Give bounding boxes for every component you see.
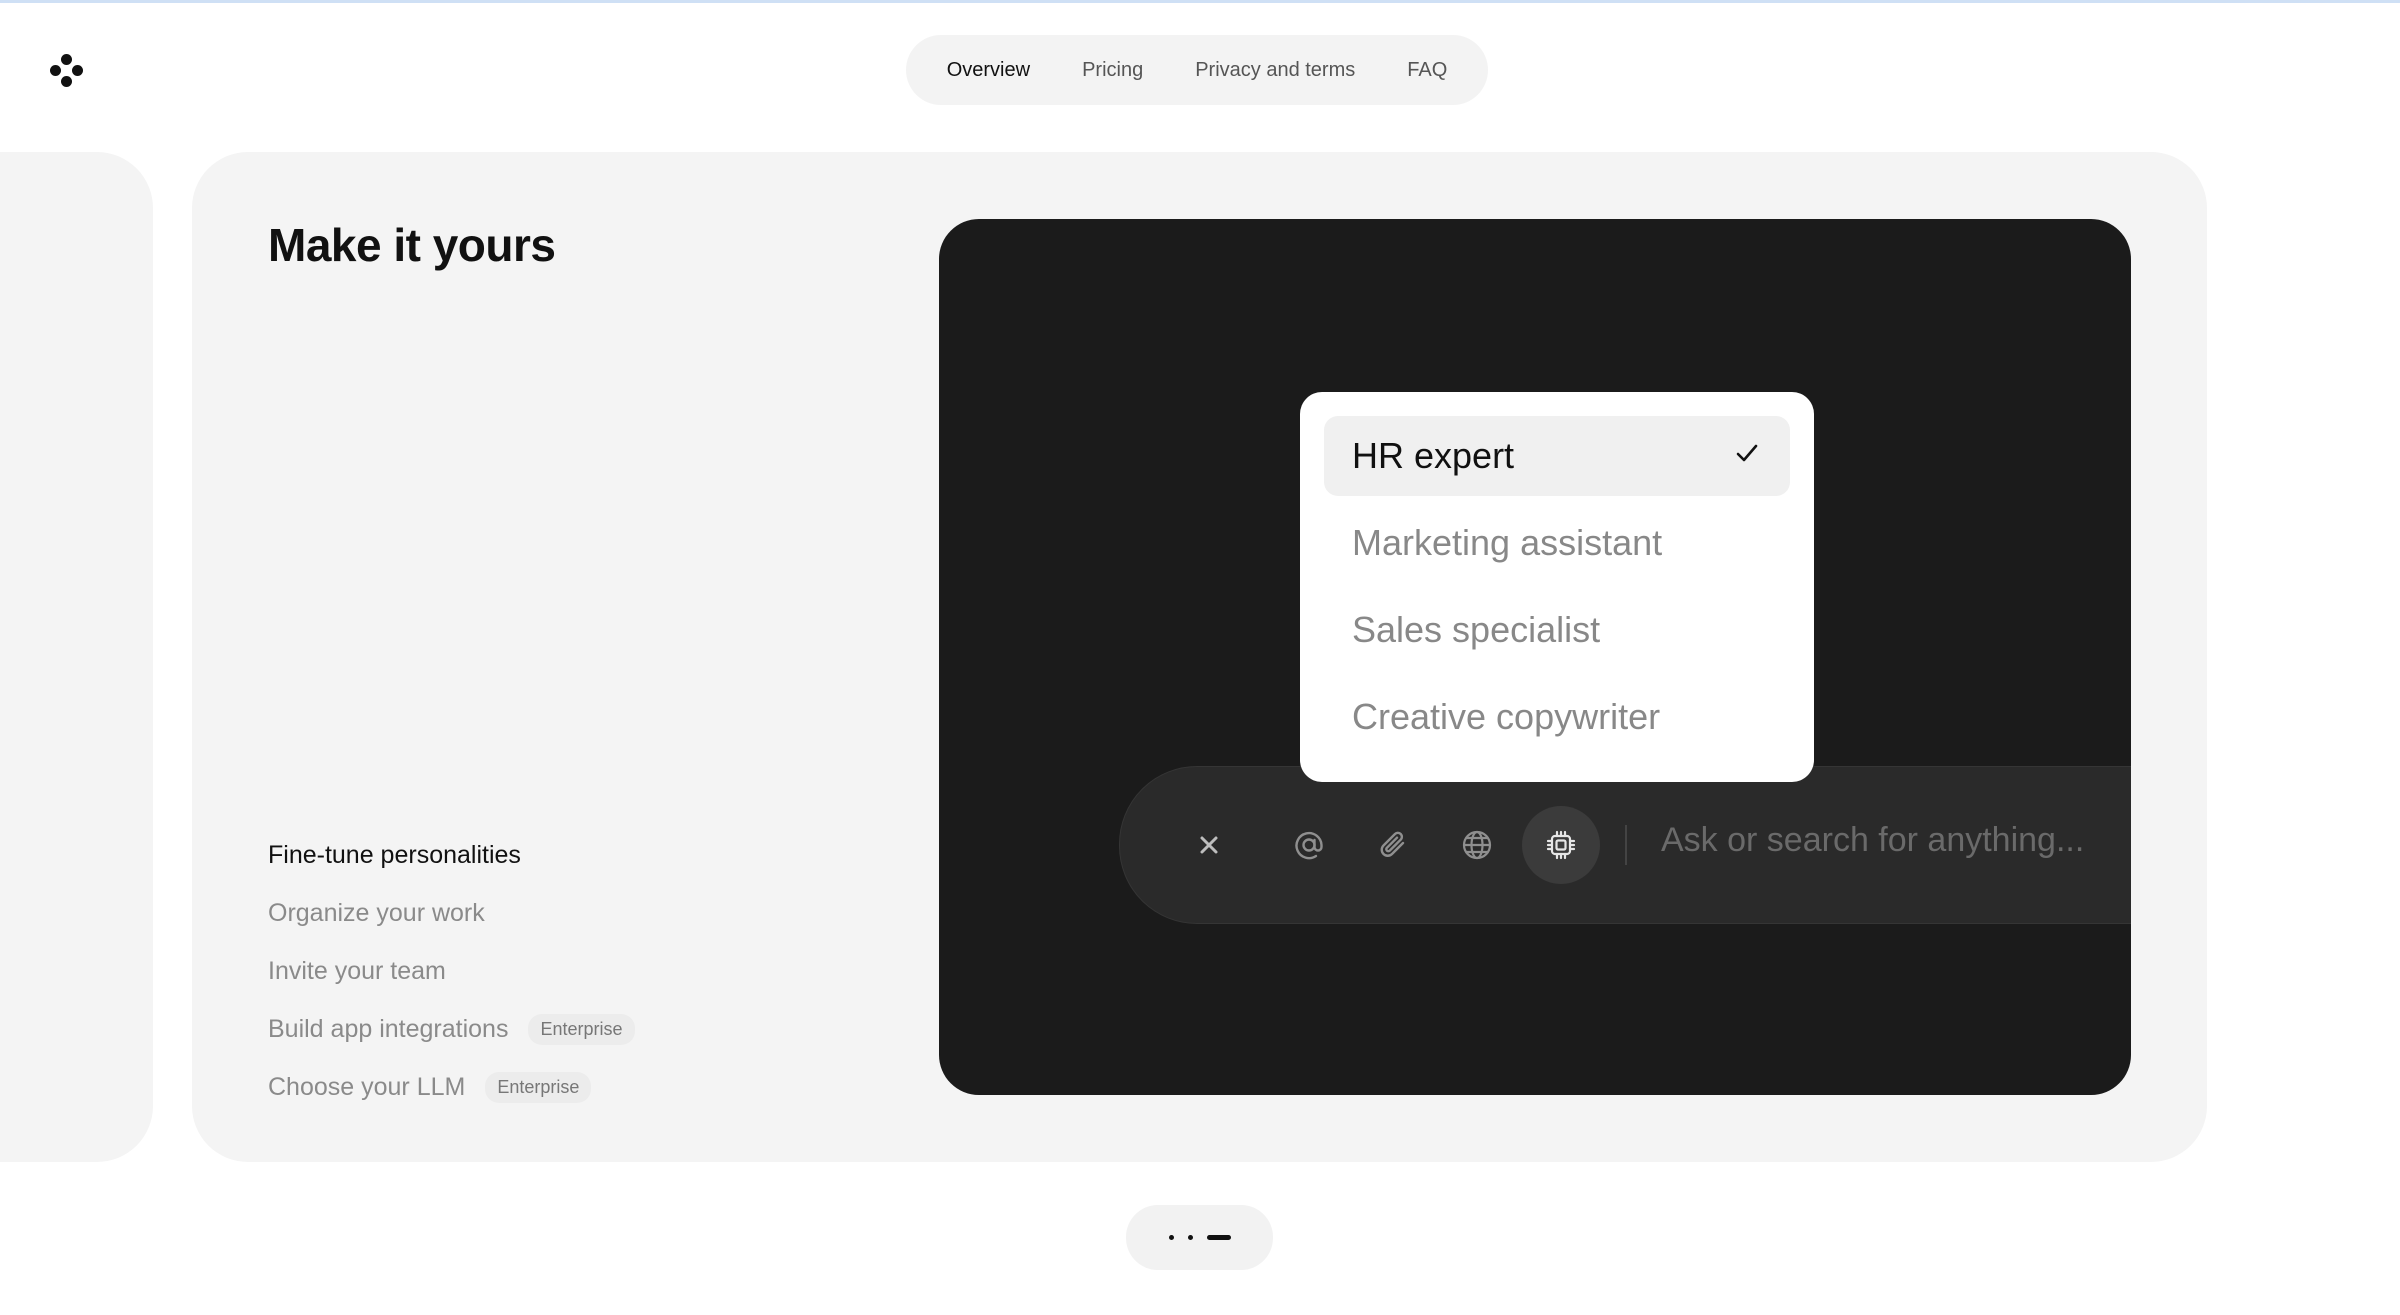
option-label: Sales specialist [1352, 609, 1601, 650]
paperclip-icon[interactable] [1354, 806, 1432, 884]
pager-current-indicator[interactable] [1206, 1235, 1231, 1240]
carousel-pager [1126, 1205, 1273, 1270]
option-creative-copywriter[interactable]: Creative copywriter [1324, 677, 1790, 757]
option-hr-expert[interactable]: HR expert [1324, 416, 1790, 496]
personality-dropdown: HR expert Marketing assistant Sales spec… [1300, 392, 1814, 782]
option-label: Creative copywriter [1352, 696, 1661, 737]
input-separator [1625, 825, 1627, 865]
feature-label: Fine-tune personalities [268, 840, 521, 869]
previous-slide-card[interactable] [0, 152, 153, 1162]
chat-input-bar: Ask or search for anything... [1119, 766, 2131, 924]
enterprise-badge: Enterprise [485, 1071, 592, 1103]
feature-build-app-integrations[interactable]: Build app integrations Enterprise [268, 1000, 635, 1058]
nav-privacy-and-terms[interactable]: Privacy and terms [1173, 49, 1377, 92]
at-icon[interactable] [1270, 806, 1348, 884]
feature-choose-your-llm[interactable]: Choose your LLM Enterprise [268, 1058, 635, 1116]
option-label: HR expert [1352, 435, 1515, 476]
section-title: Make it yours [268, 219, 556, 271]
feature-invite-your-team[interactable]: Invite your team [268, 942, 635, 1000]
feature-label: Choose your LLM [268, 1072, 466, 1101]
feature-organize-your-work[interactable]: Organize your work [268, 884, 635, 942]
pager-dot-1[interactable] [1168, 1235, 1174, 1240]
option-marketing-assistant[interactable]: Marketing assistant [1324, 503, 1790, 583]
feature-fine-tune-personalities[interactable]: Fine-tune personalities [268, 826, 635, 884]
nav-overview[interactable]: Overview [925, 49, 1052, 92]
logo-icon[interactable] [50, 54, 83, 87]
globe-icon[interactable] [1438, 806, 1516, 884]
pager-dot-2[interactable] [1187, 1235, 1193, 1240]
nav-faq[interactable]: FAQ [1385, 49, 1469, 92]
option-sales-specialist[interactable]: Sales specialist [1324, 590, 1790, 670]
chat-input[interactable]: Ask or search for anything... [1661, 821, 2084, 860]
page-top-border [0, 0, 2400, 3]
feature-list: Fine-tune personalities Organize your wo… [268, 826, 635, 1116]
nav-pricing[interactable]: Pricing [1060, 49, 1165, 92]
feature-label: Organize your work [268, 898, 485, 927]
checkmark-icon [1736, 444, 1758, 462]
top-nav: Overview Pricing Privacy and terms FAQ [906, 35, 1488, 105]
close-icon[interactable] [1170, 806, 1248, 884]
option-label: Marketing assistant [1352, 522, 1663, 563]
feature-label: Build app integrations [268, 1014, 509, 1043]
chip-icon[interactable] [1522, 806, 1600, 884]
feature-label: Invite your team [268, 956, 446, 985]
enterprise-badge: Enterprise [528, 1013, 635, 1045]
